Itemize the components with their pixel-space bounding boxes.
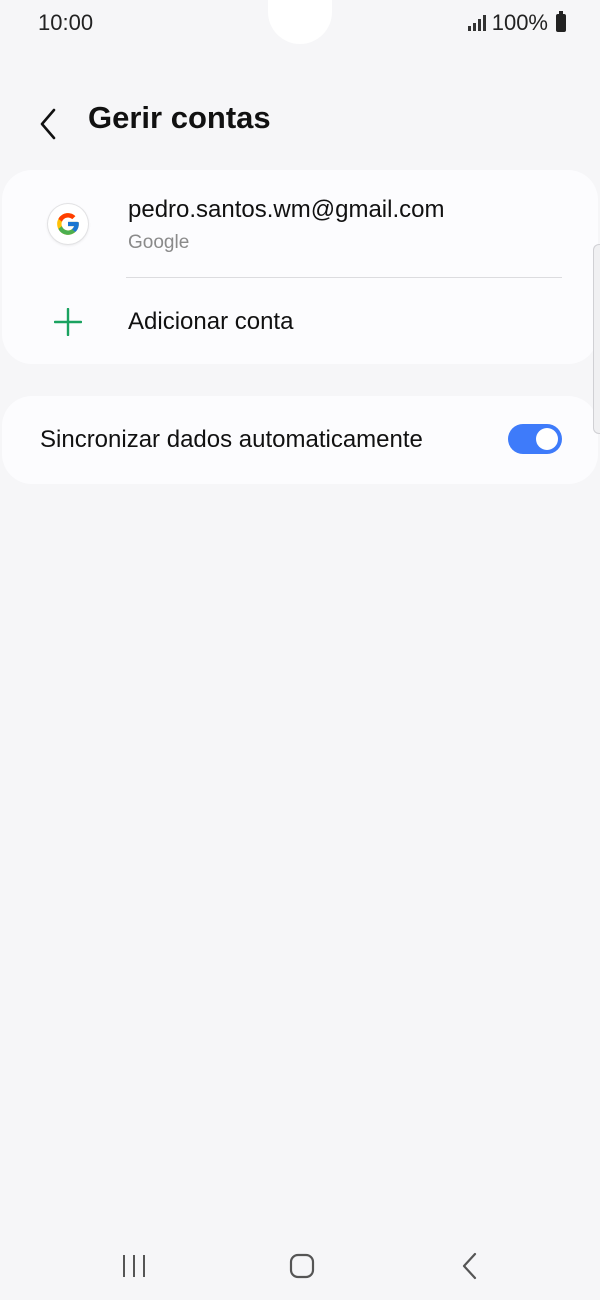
battery-icon xyxy=(556,11,566,32)
navigation-bar xyxy=(0,1236,600,1296)
add-account-button[interactable]: Adicionar conta xyxy=(2,278,598,364)
status-indicators: 100% xyxy=(467,10,566,36)
edge-panel-handle[interactable] xyxy=(593,244,600,434)
status-bar: 10:00 100% xyxy=(0,0,600,48)
home-icon xyxy=(289,1253,315,1279)
recent-apps-icon xyxy=(123,1255,145,1277)
chevron-left-icon xyxy=(40,108,56,140)
header: Gerir contas xyxy=(0,92,600,148)
back-button[interactable] xyxy=(30,98,70,142)
auto-sync-toggle[interactable] xyxy=(508,424,562,454)
accounts-card: pedro.santos.wm@gmail.com Google Adicion… xyxy=(2,170,598,364)
home-button[interactable] xyxy=(280,1250,324,1282)
account-row-google[interactable]: pedro.santos.wm@gmail.com Google xyxy=(2,170,598,278)
status-time: 10:00 xyxy=(38,10,94,35)
signal-icon xyxy=(467,15,486,31)
battery-percentage: 100% xyxy=(491,10,548,35)
toggle-knob xyxy=(536,428,558,450)
sync-card[interactable]: Sincronizar dados automaticamente xyxy=(2,396,598,484)
account-email: pedro.santos.wm@gmail.com xyxy=(128,196,445,223)
nav-back-button[interactable] xyxy=(448,1250,492,1282)
camera-notch xyxy=(268,0,332,44)
sync-label: Sincronizar dados automaticamente xyxy=(40,426,423,453)
back-icon xyxy=(462,1252,477,1280)
recent-apps-button[interactable] xyxy=(112,1250,156,1282)
add-account-label: Adicionar conta xyxy=(128,308,294,335)
account-type: Google xyxy=(128,232,190,253)
plus-icon xyxy=(54,308,82,336)
google-logo-icon xyxy=(48,204,88,244)
page-title: Gerir contas xyxy=(88,100,271,135)
